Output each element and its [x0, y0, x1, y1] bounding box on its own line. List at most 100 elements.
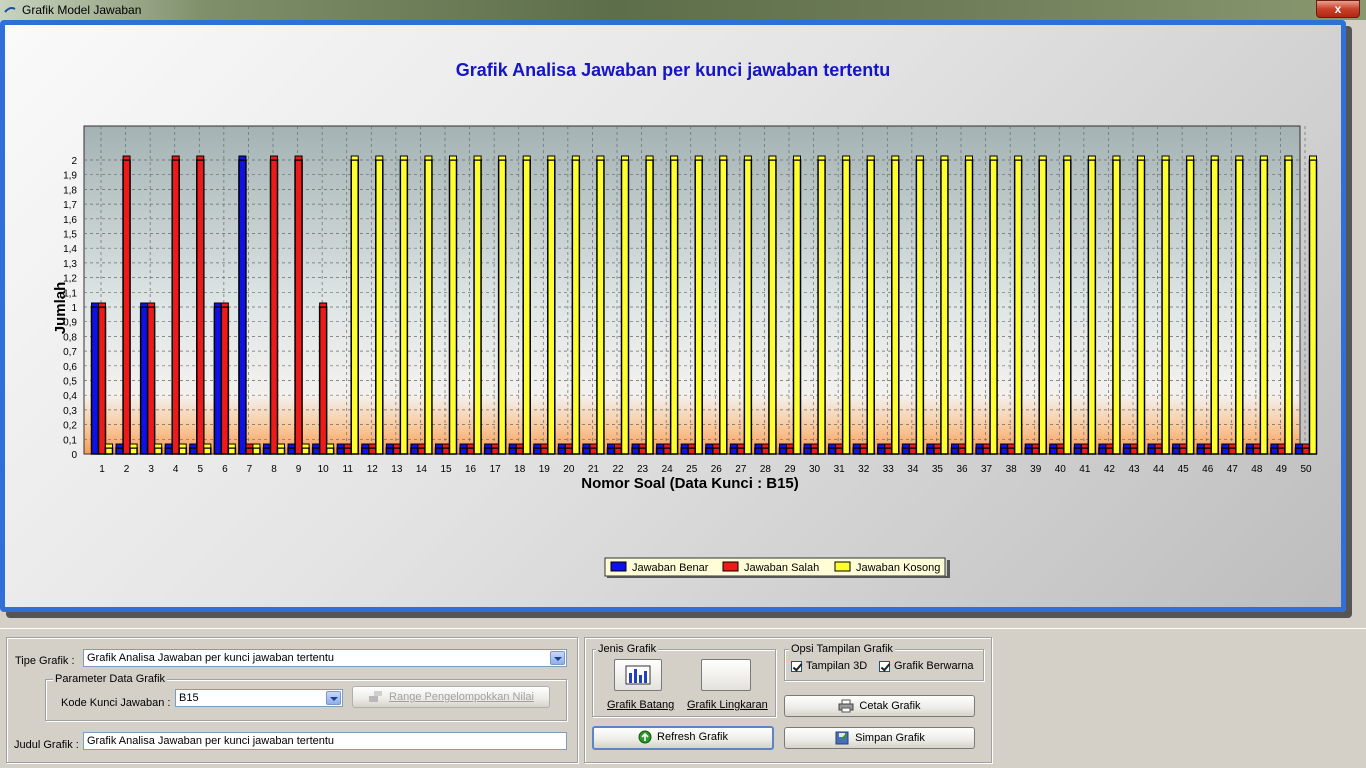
- grafik-batang-tile[interactable]: [614, 659, 662, 691]
- bar-jawaban-salah: [392, 443, 402, 455]
- y-tick-label: 1,4: [63, 244, 77, 255]
- chevron-down-icon[interactable]: [326, 691, 341, 705]
- bar-chart: Grafik Analisa Jawaban per kunci jawaban…: [52, 60, 1318, 578]
- x-tick-label: 26: [711, 464, 723, 475]
- bar-jawaban-salah: [957, 443, 967, 455]
- x-tick-label: 30: [809, 464, 821, 475]
- judul-grafik-input[interactable]: Grafik Analisa Jawaban per kunci jawaban…: [83, 732, 567, 750]
- bar-jawaban-kosong: [448, 155, 458, 455]
- tipe-grafik-value: Grafik Analisa Jawaban per kunci jawaban…: [87, 652, 335, 664]
- bar-jawaban-salah: [343, 443, 352, 455]
- y-tick-label: 0,1: [63, 435, 77, 446]
- judul-grafik-label: Judul Grafik :: [14, 739, 79, 751]
- bar-jawaban-salah: [1031, 443, 1040, 455]
- jenis-grafik-title: Jenis Grafik: [596, 643, 659, 655]
- bar-jawaban-kosong: [252, 443, 261, 455]
- bar-jawaban-benar: [1245, 443, 1255, 455]
- simpan-grafik-button[interactable]: Simpan Grafik: [784, 727, 975, 749]
- bar-jawaban-salah: [1080, 443, 1090, 455]
- chevron-down-icon[interactable]: [550, 651, 565, 665]
- grafik-batang-label[interactable]: Grafik Batang: [607, 699, 674, 711]
- bar-jawaban-salah: [761, 443, 770, 455]
- bar-jawaban-salah: [1105, 443, 1114, 455]
- checkbox-checked-icon[interactable]: [791, 660, 802, 672]
- bar-jawaban-kosong: [989, 155, 998, 455]
- x-tick-label: 5: [198, 464, 204, 475]
- bar-jawaban-salah: [146, 302, 156, 455]
- y-tick-label: 0,7: [63, 347, 77, 358]
- bar-jawaban-salah: [1154, 443, 1163, 455]
- bar-jawaban-benar: [999, 443, 1009, 455]
- bar-jawaban-benar: [434, 443, 444, 455]
- bar-jawaban-salah: [466, 443, 475, 455]
- bar-jawaban-salah: [785, 443, 795, 455]
- bar-jawaban-kosong: [891, 155, 900, 455]
- bar-jawaban-salah: [736, 443, 746, 455]
- bar-jawaban-kosong: [497, 155, 507, 455]
- bar-jawaban-kosong: [841, 155, 851, 455]
- range-pengelompokkan-button[interactable]: Range Pengelompokkan Nilai: [352, 686, 550, 708]
- y-tick-label: 2: [71, 156, 77, 167]
- y-tick-label: 1: [71, 303, 77, 314]
- parameter-group-title: Parameter Data Grafik: [53, 673, 168, 685]
- legend-label: Jawaban Kosong: [856, 562, 940, 574]
- bar-jawaban-benar: [139, 302, 149, 455]
- bar-jawaban-kosong: [276, 443, 286, 455]
- x-tick-label: 8: [271, 464, 277, 475]
- bar-jawaban-benar: [1221, 443, 1230, 455]
- x-tick-label: 1: [99, 464, 105, 475]
- bar-jawaban-salah: [1178, 443, 1188, 455]
- grafik-lingkaran-label[interactable]: Grafik Lingkaran: [687, 699, 768, 711]
- legend-label: Jawaban Salah: [744, 562, 819, 574]
- title-bar: Grafik Model Jawaban x: [0, 0, 1366, 20]
- bar-jawaban-kosong: [129, 443, 138, 455]
- bar-jawaban-benar: [557, 443, 567, 455]
- bar-jawaban-salah: [1203, 443, 1212, 455]
- checkbox-checked-icon[interactable]: [879, 660, 890, 672]
- bar-jawaban-benar: [410, 443, 419, 455]
- tools-icon: [369, 691, 383, 703]
- bar-jawaban-salah: [368, 443, 377, 455]
- grafik-lingkaran-tile[interactable]: [701, 659, 751, 691]
- bar-jawaban-kosong: [325, 443, 335, 455]
- x-tick-label: 49: [1276, 464, 1288, 475]
- bar-jawaban-benar: [213, 302, 223, 455]
- bar-jawaban-benar: [803, 443, 812, 455]
- close-button[interactable]: x: [1316, 0, 1360, 18]
- refresh-grafik-button[interactable]: Refresh Grafik: [592, 726, 774, 750]
- bar-jawaban-benar: [287, 443, 296, 455]
- x-tick-label: 34: [907, 464, 919, 475]
- refresh-button-label: Refresh Grafik: [657, 731, 728, 743]
- tipe-grafik-select[interactable]: Grafik Analisa Jawaban per kunci jawaban…: [83, 649, 567, 667]
- bar-jawaban-salah: [417, 443, 426, 455]
- bar-jawaban-kosong: [178, 443, 187, 455]
- kode-kunci-select[interactable]: B15: [175, 689, 343, 707]
- x-tick-label: 17: [490, 464, 502, 475]
- x-tick-label: 24: [662, 464, 674, 475]
- bar-jawaban-salah: [638, 443, 647, 455]
- tampilan-3d-checkbox[interactable]: Tampilan 3D: [791, 660, 867, 672]
- bar-jawaban-kosong: [1235, 155, 1244, 455]
- cetak-grafik-button[interactable]: Cetak Grafik: [784, 695, 975, 717]
- bar-jawaban-kosong: [547, 155, 556, 455]
- x-tick-label: 16: [465, 464, 477, 475]
- x-tick-label: 35: [932, 464, 944, 475]
- x-tick-label: 10: [318, 464, 330, 475]
- x-tick-label: 40: [1055, 464, 1067, 475]
- y-tick-label: 1,8: [63, 185, 77, 196]
- bar-jawaban-benar: [508, 443, 517, 455]
- bar-jawaban-kosong: [1210, 155, 1219, 455]
- bar-jawaban-salah: [122, 155, 131, 455]
- bar-jawaban-benar: [1171, 443, 1181, 455]
- bar-jawaban-salah: [933, 443, 942, 455]
- bar-jawaban-benar: [631, 443, 640, 455]
- x-tick-label: 46: [1202, 464, 1214, 475]
- bar-jawaban-benar: [827, 443, 837, 455]
- x-tick-label: 33: [883, 464, 895, 475]
- bar-jawaban-kosong: [1013, 155, 1023, 455]
- bar-jawaban-benar: [1270, 443, 1279, 455]
- x-tick-label: 6: [222, 464, 228, 475]
- bar-jawaban-benar: [1294, 443, 1304, 455]
- grafik-berwarna-checkbox[interactable]: Grafik Berwarna: [879, 660, 973, 672]
- bar-jawaban-benar: [680, 443, 689, 455]
